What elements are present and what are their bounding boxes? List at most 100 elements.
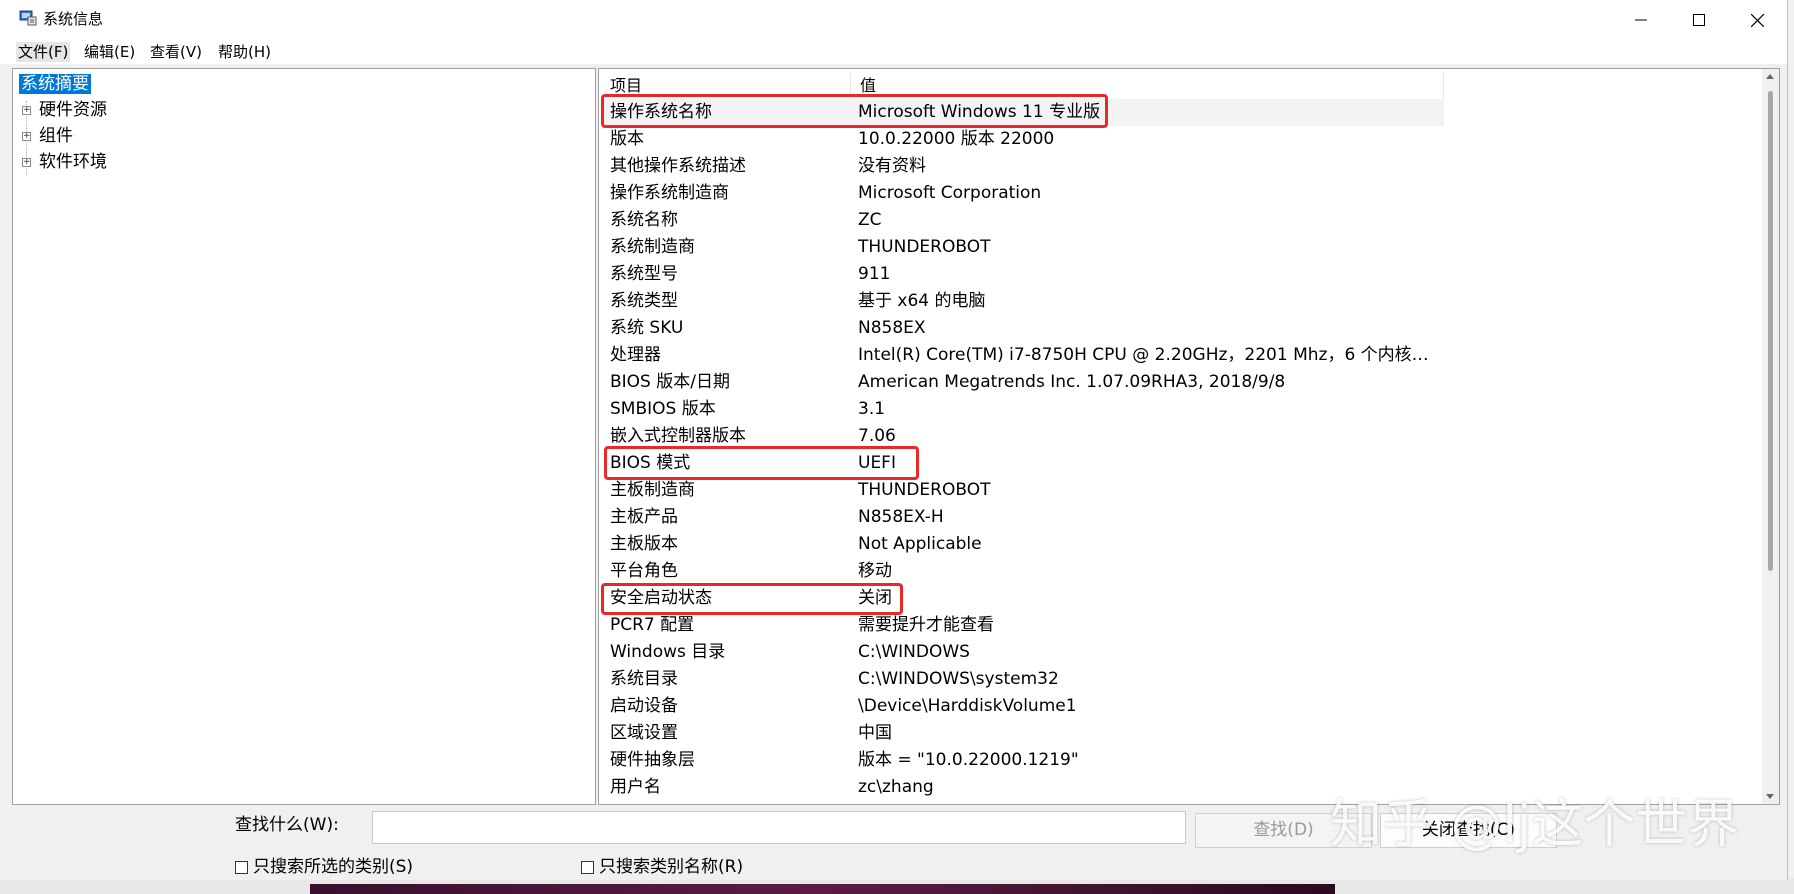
row-item-name: 主板版本 (610, 534, 678, 554)
table-row[interactable]: BIOS 模式 UEFI (601, 450, 1444, 477)
minimize-icon (1635, 19, 1647, 21)
table-row[interactable]: 操作系统制造商 Microsoft Corporation (601, 180, 1444, 207)
table-row[interactable]: 平台角色 移动 (601, 558, 1444, 585)
wallpaper-strip (310, 884, 1335, 894)
table-row[interactable]: 主板产品 N858EX-H (601, 504, 1444, 531)
tree-item-label: 软件环境 (39, 152, 107, 172)
row-item-value: 版本 = "10.0.22000.1219" (858, 750, 1079, 770)
column-header-item[interactable]: 项目 (601, 73, 851, 98)
table-row[interactable]: 版本 10.0.22000 版本 22000 (601, 126, 1444, 153)
maximize-icon (1693, 14, 1705, 26)
row-item-name: 用户名 (610, 777, 661, 797)
row-item-value: ZC (858, 210, 882, 230)
row-item-name: SMBIOS 版本 (610, 399, 716, 419)
row-item-name: 系统目录 (610, 669, 678, 689)
expand-plus-icon[interactable]: + (22, 106, 31, 115)
menu-edit[interactable]: 编辑(E) (82, 42, 137, 62)
menu-file[interactable]: 文件(F) (16, 42, 71, 62)
table-row[interactable]: 系统制造商 THUNDEROBOT (601, 234, 1444, 261)
table-row[interactable]: 区域设置 中国 (601, 720, 1444, 747)
row-item-name: 主板制造商 (610, 480, 695, 500)
table-row[interactable]: 系统目录 C:\WINDOWS\system32 (601, 666, 1444, 693)
row-item-name: 操作系统制造商 (610, 183, 729, 203)
scroll-up-icon[interactable] (1766, 74, 1774, 79)
menu-view[interactable]: 查看(V) (148, 42, 204, 62)
tree-item-label: 系统摘要 (19, 74, 91, 94)
tree-item-system-summary[interactable]: 系统摘要 (19, 73, 91, 95)
row-item-name: 系统名称 (610, 210, 678, 230)
table-row[interactable]: 操作系统名称 Microsoft Windows 11 专业版 (601, 99, 1444, 126)
checkbox-label: 只搜索所选的类别(S) (253, 857, 414, 877)
table-row[interactable]: 其他操作系统描述 没有资料 (601, 153, 1444, 180)
search-selected-category-checkbox[interactable]: 只搜索所选的类别(S) (235, 856, 413, 878)
table-row[interactable]: 系统 SKU N858EX (601, 315, 1444, 342)
row-item-value: THUNDEROBOT (858, 237, 991, 257)
expand-plus-icon[interactable]: + (22, 158, 31, 167)
app-icon (19, 10, 37, 26)
row-item-name: 系统 SKU (610, 318, 684, 338)
row-item-value: 没有资料 (858, 156, 926, 176)
table-row[interactable]: 启动设备 \Device\HarddiskVolume1 (601, 693, 1444, 720)
row-item-value: \Device\HarddiskVolume1 (858, 696, 1077, 716)
search-category-names-checkbox[interactable]: 只搜索类别名称(R) (581, 856, 743, 878)
row-item-name: PCR7 配置 (610, 615, 695, 635)
maximize-button[interactable] (1670, 0, 1728, 40)
window-title: 系统信息 (43, 10, 104, 28)
checkbox-icon[interactable] (581, 860, 594, 874)
tree-item-label: 硬件资源 (39, 100, 107, 120)
row-item-name: 嵌入式控制器版本 (610, 426, 746, 446)
row-item-name: 硬件抽象层 (610, 750, 695, 770)
row-item-name: 其他操作系统描述 (610, 156, 746, 176)
menu-help[interactable]: 帮助(H) (216, 42, 273, 62)
row-item-name: 操作系统名称 (610, 102, 712, 122)
row-item-name: 系统制造商 (610, 237, 695, 257)
desktop-background (0, 878, 1794, 894)
checkbox-icon[interactable] (235, 860, 248, 874)
row-item-value: UEFI (858, 453, 896, 473)
table-row[interactable]: 系统型号 911 (601, 261, 1444, 288)
row-item-name: BIOS 模式 (610, 453, 691, 473)
find-what-input[interactable] (372, 811, 1186, 844)
close-icon (1750, 13, 1764, 27)
row-item-value: THUNDEROBOT (858, 480, 991, 500)
row-item-value: 基于 x64 的电脑 (858, 291, 986, 311)
table-row[interactable]: SMBIOS 版本 3.1 (601, 396, 1444, 423)
system-information-window: 系统信息 文件(F) 编辑(E) 查看(V) 帮助(H) 系统摘要 + 硬件资源… (0, 0, 1788, 880)
vertical-scrollbar[interactable] (1762, 69, 1779, 804)
find-what-label: 查找什么(W): (235, 815, 339, 835)
expand-plus-icon[interactable]: + (22, 132, 31, 141)
row-item-value: Microsoft Corporation (858, 183, 1042, 203)
close-window-button[interactable] (1728, 0, 1786, 40)
row-item-name: 版本 (610, 129, 644, 149)
table-row[interactable]: Windows 目录 C:\WINDOWS (601, 639, 1444, 666)
scroll-thumb[interactable] (1768, 91, 1773, 571)
table-row[interactable]: 系统名称 ZC (601, 207, 1444, 234)
row-item-name: Windows 目录 (610, 642, 726, 662)
category-tree[interactable]: 系统摘要 + 硬件资源 + 组件 + 软件环境 (12, 68, 596, 805)
row-item-name: 系统类型 (610, 291, 678, 311)
table-row[interactable]: 处理器 Intel(R) Core(TM) i7-8750H CPU @ 2.20… (601, 342, 1444, 369)
title-bar[interactable]: 系统信息 (0, 0, 1787, 40)
table-row[interactable]: 硬件抽象层 版本 = "10.0.22000.1219" (601, 747, 1444, 774)
table-row[interactable]: 嵌入式控制器版本 7.06 (601, 423, 1444, 450)
row-item-value: 911 (858, 264, 891, 284)
table-row[interactable]: 系统类型 基于 x64 的电脑 (601, 288, 1444, 315)
table-row[interactable]: 用户名 zc\zhang (601, 774, 1444, 801)
table-row[interactable]: BIOS 版本/日期 American Megatrends Inc. 1.07.… (601, 369, 1444, 396)
row-item-value: Microsoft Windows 11 专业版 (858, 102, 1101, 122)
table-row[interactable]: 主板版本 Not Applicable (601, 531, 1444, 558)
details-list[interactable]: 项目 值 操作系统名称 Microsoft Windows 11 专业版版本 10.… (598, 68, 1780, 805)
row-item-name: 系统型号 (610, 264, 678, 284)
row-item-value: 关闭 (858, 588, 892, 608)
row-item-value: 中国 (858, 723, 892, 743)
minimize-button[interactable] (1612, 0, 1670, 40)
tree-item-label: 组件 (39, 126, 73, 146)
table-row[interactable]: PCR7 配置 需要提升才能查看 (601, 612, 1444, 639)
table-row[interactable]: 安全启动状态 关闭 (601, 585, 1444, 612)
row-item-name: 平台角色 (610, 561, 678, 581)
column-header-value[interactable]: 值 (851, 73, 1444, 98)
scroll-down-icon[interactable] (1766, 794, 1774, 799)
row-item-value: 移动 (858, 561, 892, 581)
row-item-value: American Megatrends Inc. 1.07.09RHA3, 20… (858, 372, 1286, 392)
table-row[interactable]: 主板制造商 THUNDEROBOT (601, 477, 1444, 504)
